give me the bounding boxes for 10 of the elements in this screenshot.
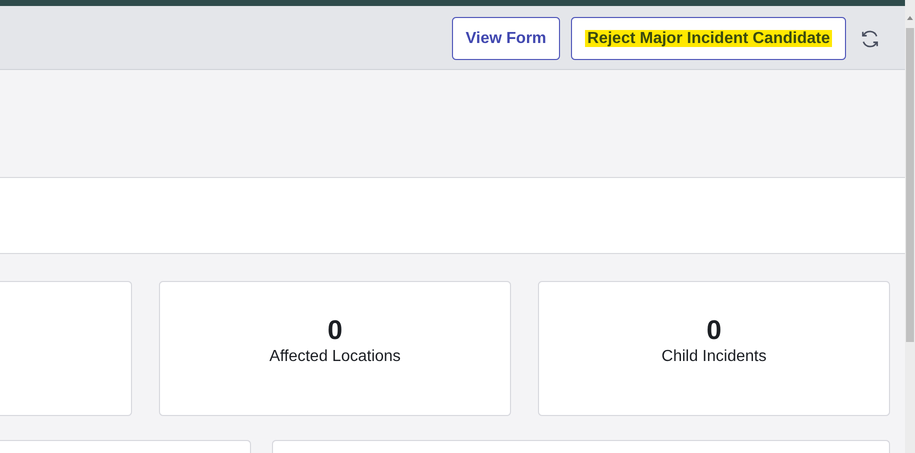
stat-value: 0 (327, 314, 343, 346)
refresh-icon[interactable] (859, 28, 881, 50)
action-button[interactable]: View Form (452, 17, 560, 60)
scroll-up-icon[interactable] (907, 16, 913, 20)
stat-label: Child Incidents (662, 348, 766, 366)
stat-label: Affected Locations (269, 348, 401, 366)
scrollbar[interactable] (905, 0, 915, 453)
scrollbar-thumb[interactable] (906, 28, 914, 342)
stat-value: 0 (706, 314, 722, 346)
action-button[interactable]: Reject Major Incident Candidate (571, 17, 846, 60)
